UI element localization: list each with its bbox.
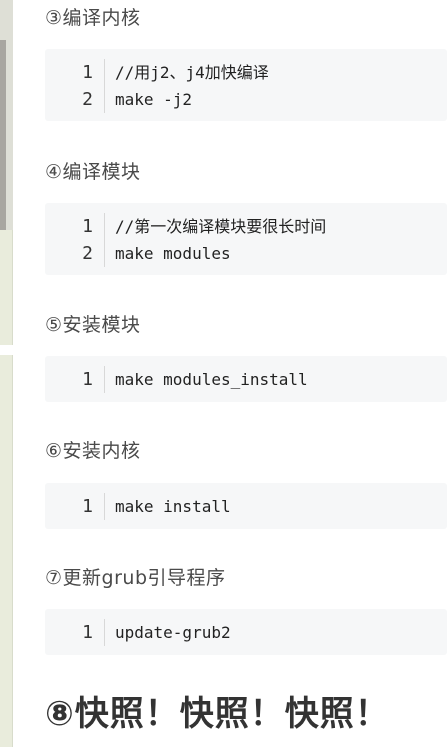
code-text: update-grub2 [115, 623, 231, 642]
section-heading-snapshot: ⑧快照！快照！快照！ [45, 694, 390, 734]
code-block-install-modules: 1 make modules_install [45, 356, 447, 402]
scrollbar-thumb[interactable] [0, 40, 6, 230]
section-heading-update-grub: ⑦更新grub引导程序 [45, 567, 226, 589]
code-block-update-grub: 1 update-grub2 [45, 609, 447, 655]
page: ③编译内核 1 //用j2、j4加快编译 2 make -j2 ④编译模块 1 … [0, 0, 447, 747]
code-text: make modules [115, 244, 231, 263]
line-number: 2 [82, 89, 93, 110]
code-line: 1 //用j2、j4加快编译 [45, 59, 447, 86]
code-text: make modules_install [115, 370, 308, 389]
code-text: make install [115, 497, 231, 516]
code-block-compile-modules: 1 //第一次编译模块要很长时间 2 make modules [45, 203, 447, 275]
code-line: 1 make modules_install [45, 366, 447, 393]
line-number: 2 [82, 243, 93, 264]
code-line: 2 make -j2 [45, 86, 447, 113]
code-line: 2 make modules [45, 240, 447, 267]
code-text: make -j2 [115, 90, 193, 109]
section-heading-install-kernel: ⑥安装内核 [45, 440, 141, 462]
section-heading-compile-modules: ④编译模块 [45, 161, 141, 183]
code-line: 1 make install [45, 493, 447, 520]
code-text: //用j2、j4加快编译 [115, 63, 269, 82]
code-block-compile-kernel: 1 //用j2、j4加快编译 2 make -j2 [45, 49, 447, 121]
gutter-band [0, 345, 13, 355]
section-heading-install-modules: ⑤安装模块 [45, 314, 141, 336]
line-number: 1 [82, 62, 93, 83]
code-line: 1 update-grub2 [45, 619, 447, 646]
line-number: 1 [82, 622, 93, 643]
code-line: 1 //第一次编译模块要很长时间 [45, 213, 447, 240]
line-number: 1 [82, 369, 93, 390]
section-heading-compile-kernel: ③编译内核 [45, 7, 141, 29]
line-number: 1 [82, 496, 93, 517]
left-gutter [0, 0, 13, 747]
line-number: 1 [82, 216, 93, 237]
code-text: //第一次编译模块要很长时间 [115, 217, 327, 236]
code-block-install-kernel: 1 make install [45, 483, 447, 529]
